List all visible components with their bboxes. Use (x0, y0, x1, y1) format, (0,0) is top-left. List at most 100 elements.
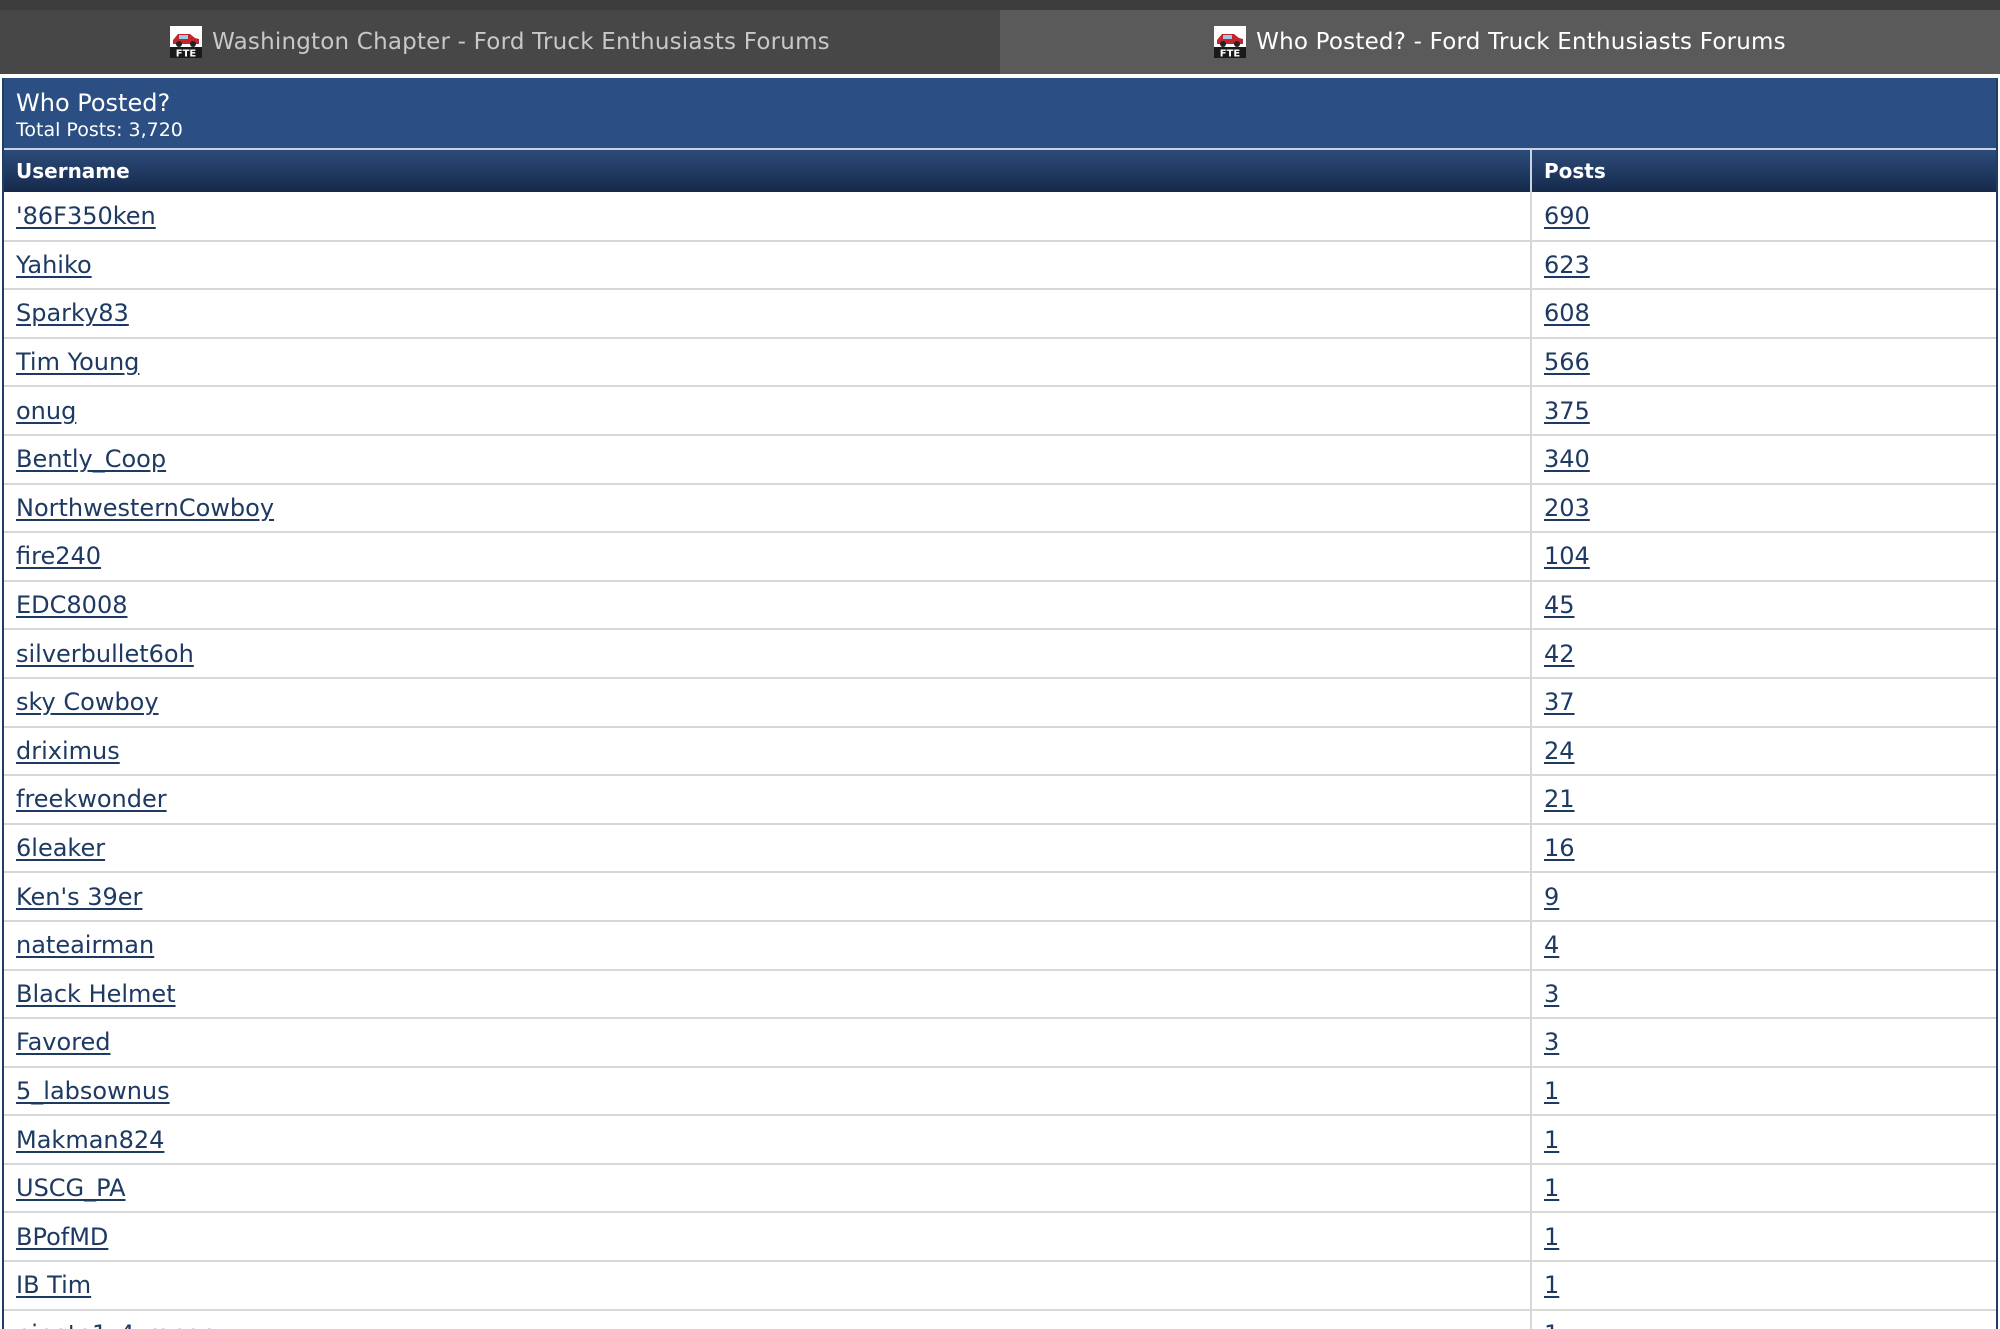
username-cell: sky Cowboy (4, 677, 1532, 728)
username-link[interactable]: 5_labsownus (16, 1077, 170, 1105)
post-count-link[interactable]: 3 (1544, 980, 1559, 1008)
posts-cell: 3 (1531, 1018, 1996, 1068)
table-row: '86F350ken 690 (4, 192, 1996, 242)
username-cell: BPofMD (4, 1212, 1532, 1263)
username-cell: driximus (4, 726, 1532, 777)
username-column-header: Username (4, 150, 1532, 192)
posts-cell: 42 (1531, 629, 1996, 679)
tab-who-posted[interactable]: FTE Who Posted? - Ford Truck Enthusiasts… (1000, 10, 2000, 74)
posts-cell: 3 (1531, 969, 1996, 1020)
table-body: '86F350ken 690 Yahiko 623 Sparky83 608 Tim You… (4, 192, 1996, 1329)
posts-cell: 1 (1531, 1115, 1996, 1165)
tab-title: Who Posted? - Ford Truck Enthusiasts For… (1256, 29, 1786, 55)
browser-tab-bar: FTE Washington Chapter - Ford Truck Enth… (0, 0, 2000, 74)
posts-cell: 1 (1531, 1163, 1996, 1214)
username-link[interactable]: Black Helmet (16, 980, 176, 1008)
username-cell: USCG_PA (4, 1163, 1532, 1214)
posts-cell: 340 (1531, 434, 1996, 485)
post-count-link[interactable]: 45 (1544, 591, 1575, 619)
post-count-link[interactable]: 1 (1544, 1077, 1559, 1105)
post-count-link[interactable]: 4 (1544, 931, 1559, 959)
username-link[interactable]: ninete1_4_range (16, 1320, 216, 1329)
username-cell: nateairman (4, 920, 1532, 971)
username-cell: Yahiko (4, 240, 1532, 291)
post-count-link[interactable]: 566 (1544, 348, 1590, 376)
username-link[interactable]: IB Tim (16, 1271, 91, 1299)
post-count-link[interactable]: 104 (1544, 542, 1590, 570)
username-cell: ninete1_4_range (4, 1309, 1532, 1329)
table-header-row: Username Posts (4, 150, 1996, 192)
username-link[interactable]: driximus (16, 737, 120, 765)
table-row: onug 375 (4, 386, 1996, 436)
username-link[interactable]: fire240 (16, 542, 101, 570)
table-row: Black Helmet 3 (4, 969, 1996, 1020)
post-count-link[interactable]: 16 (1544, 834, 1575, 862)
panel-header: Who Posted? Total Posts: 3,720 (4, 78, 1996, 150)
posts-cell: 1 (1531, 1066, 1996, 1117)
post-count-link[interactable]: 1 (1544, 1223, 1559, 1251)
posts-cell: 608 (1531, 289, 1996, 339)
posts-cell: 1 (1531, 1261, 1996, 1311)
post-count-link[interactable]: 608 (1544, 299, 1590, 327)
table-row: Tim Young 566 (4, 337, 1996, 388)
username-link[interactable]: Yahiko (16, 251, 92, 279)
post-count-link[interactable]: 1 (1544, 1174, 1559, 1202)
username-link[interactable]: Bently_Coop (16, 445, 166, 473)
username-link[interactable]: 6leaker (16, 834, 105, 862)
username-link[interactable]: EDC8008 (16, 591, 127, 619)
tab-washington-chapter[interactable]: FTE Washington Chapter - Ford Truck Enth… (0, 10, 1000, 74)
tab-title: Washington Chapter - Ford Truck Enthusia… (212, 29, 830, 55)
posts-cell: 1 (1531, 1212, 1996, 1263)
table-row: sky Cowboy 37 (4, 677, 1996, 728)
username-cell: Black Helmet (4, 969, 1532, 1020)
post-count-link[interactable]: 1 (1544, 1126, 1559, 1154)
table-row: fire240 104 (4, 532, 1996, 582)
table-row: Yahiko 623 (4, 240, 1996, 291)
post-count-link[interactable]: 3 (1544, 1028, 1559, 1056)
username-link[interactable]: onug (16, 397, 76, 425)
username-link[interactable]: USCG_PA (16, 1174, 126, 1202)
post-count-link[interactable]: 21 (1544, 785, 1575, 813)
username-link[interactable]: sky Cowboy (16, 688, 159, 716)
post-count-link[interactable]: 42 (1544, 640, 1575, 668)
username-cell: Bently_Coop (4, 434, 1532, 485)
username-cell: Favored (4, 1018, 1532, 1068)
username-link[interactable]: Makman824 (16, 1126, 164, 1154)
posts-cell: 375 (1531, 386, 1996, 436)
username-link[interactable]: nateairman (16, 931, 154, 959)
posts-cell: 623 (1531, 240, 1996, 291)
username-link[interactable]: Ken's 39er (16, 883, 142, 911)
post-count-link[interactable]: 1 (1544, 1271, 1559, 1299)
username-link[interactable]: BPofMD (16, 1223, 108, 1251)
who-posted-panel: Who Posted? Total Posts: 3,720 Username … (2, 78, 1998, 1329)
username-cell: fire240 (4, 532, 1532, 582)
table-row: Makman824 1 (4, 1115, 1996, 1165)
table-row: ninete1_4_range 1 (4, 1309, 1996, 1329)
post-count-link[interactable]: 37 (1544, 688, 1575, 716)
post-count-link[interactable]: 690 (1544, 202, 1590, 230)
post-count-link[interactable]: 203 (1544, 494, 1590, 522)
posts-cell: 16 (1531, 823, 1996, 874)
post-count-link[interactable]: 1 (1544, 1320, 1559, 1329)
posts-column-header: Posts (1531, 150, 1996, 192)
post-count-link[interactable]: 340 (1544, 445, 1590, 473)
table-row: nateairman 4 (4, 920, 1996, 971)
username-link[interactable]: NorthwesternCowboy (16, 494, 274, 522)
username-link[interactable]: '86F350ken (16, 202, 156, 230)
username-link[interactable]: Sparky83 (16, 299, 129, 327)
table-row: 6leaker 16 (4, 823, 1996, 874)
username-link[interactable]: Favored (16, 1028, 111, 1056)
post-count-link[interactable]: 24 (1544, 737, 1575, 765)
fte-logo-icon: FTE (170, 26, 203, 58)
post-count-link[interactable]: 623 (1544, 251, 1590, 279)
table-row: BPofMD 1 (4, 1212, 1996, 1263)
username-link[interactable]: Tim Young (16, 348, 139, 376)
username-cell: onug (4, 386, 1532, 436)
posts-cell: 566 (1531, 337, 1996, 388)
posts-cell: 21 (1531, 775, 1996, 825)
username-cell: Tim Young (4, 337, 1532, 388)
username-link[interactable]: freekwonder (16, 785, 167, 813)
post-count-link[interactable]: 375 (1544, 397, 1590, 425)
post-count-link[interactable]: 9 (1544, 883, 1559, 911)
username-link[interactable]: silverbullet6oh (16, 640, 194, 668)
